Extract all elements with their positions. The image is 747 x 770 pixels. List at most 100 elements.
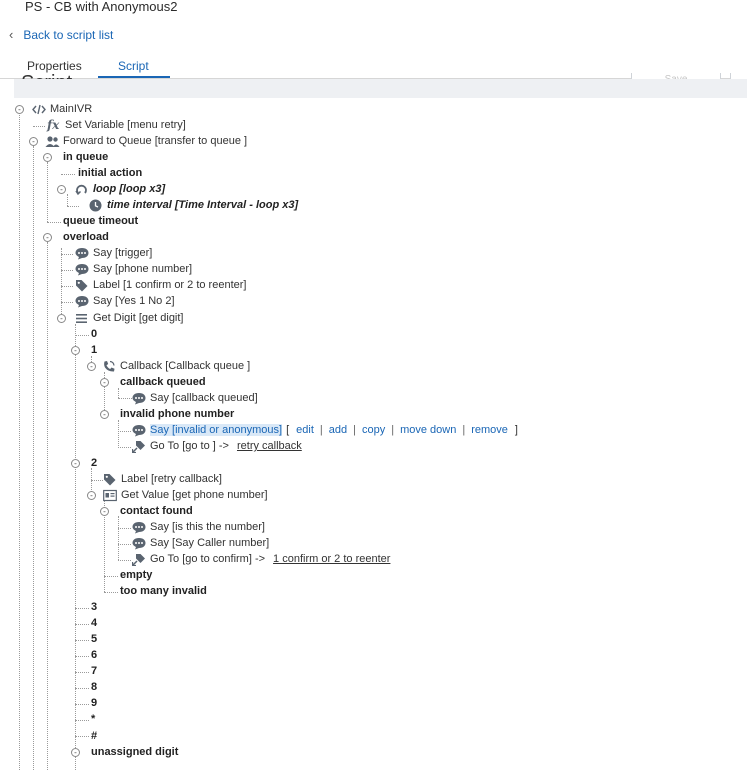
collapse-toggle[interactable]: - (43, 153, 52, 162)
tree-node-get-digit[interactable]: Get Digit [get digit] (75, 310, 184, 326)
node-label: Go To [go to ] -> (150, 440, 229, 452)
separator: | (462, 424, 466, 436)
speech-bubble-icon (132, 521, 146, 534)
tag-icon (103, 473, 116, 486)
tree-node-queue-timeout[interactable]: queue timeout (63, 213, 138, 229)
node-label: Go To [go to confirm] -> (150, 553, 266, 565)
collapse-toggle[interactable]: - (43, 233, 52, 242)
node-label: Set Variable [menu retry] (65, 119, 186, 131)
node-label: MainIVR (50, 103, 93, 115)
tree-node-label-confirm[interactable]: Label [1 confirm or 2 to reenter] (75, 277, 246, 293)
node-label: Say [Yes 1 No 2] (93, 295, 175, 307)
script-tree: - - - - - - - - - - - - - - MainIVR fx S… (0, 0, 747, 770)
node-label: Say [callback queued] (150, 392, 258, 404)
tree-node-goto-confirm[interactable]: Go To [go to confirm] -> 1 confirm or 2 … (131, 551, 390, 567)
goto-target-link[interactable]: 1 confirm or 2 to reenter (273, 553, 390, 565)
tree-node-say-is-this-number[interactable]: Say [is this the number] (132, 519, 265, 535)
actions-open-bracket: [ (286, 424, 290, 436)
copy-action-link[interactable]: copy (362, 424, 385, 436)
tree-node-contact-found[interactable]: contact found (120, 503, 193, 519)
tree-node-set-variable[interactable]: fx Set Variable [menu retry] (47, 117, 186, 133)
tree-node-digit-3[interactable]: 3 (91, 599, 97, 615)
collapse-toggle[interactable]: - (100, 507, 109, 516)
collapse-toggle[interactable]: - (15, 105, 24, 114)
collapse-toggle[interactable]: - (71, 346, 80, 355)
tree-node-digit-5[interactable]: 5 (91, 631, 97, 647)
tree-node-forward-to-queue[interactable]: Forward to Queue [transfer to queue ] (45, 133, 247, 149)
tree-node-digit-9[interactable]: 9 (91, 695, 97, 711)
tree-node-mainivr[interactable]: MainIVR (32, 101, 92, 117)
node-label: Say [is this the number] (150, 521, 265, 533)
node-label: Label [1 confirm or 2 to reenter] (93, 279, 247, 291)
tree-node-say-caller-number[interactable]: Say [Say Caller number] (132, 535, 269, 551)
tree-node-overload[interactable]: overload (63, 229, 109, 245)
collapse-toggle[interactable]: - (71, 748, 80, 757)
tree-node-time-interval[interactable]: time interval [Time Interval - loop x3] (89, 197, 298, 213)
move-down-action-link[interactable]: move down (400, 424, 456, 436)
tree-node-digit-7[interactable]: 7 (91, 663, 97, 679)
users-icon (45, 135, 60, 148)
node-label: Forward to Queue [transfer to queue ] (63, 135, 248, 147)
actions-close-bracket: ] (514, 424, 518, 436)
tree-node-digit-0[interactable]: 0 (91, 326, 97, 342)
separator: | (391, 424, 395, 436)
tag-icon (75, 279, 88, 292)
collapse-toggle[interactable]: - (57, 185, 66, 194)
clock-icon (89, 199, 102, 212)
tree-node-digit-2[interactable]: 2 (91, 455, 97, 471)
node-label: Say [phone number] (93, 263, 193, 275)
collapse-toggle[interactable]: - (87, 491, 96, 500)
node-label: Get Value [get phone number] (121, 489, 268, 501)
edit-action-link[interactable]: edit (296, 424, 314, 436)
collapse-toggle[interactable]: - (57, 314, 66, 323)
tree-node-initial-action[interactable]: initial action (78, 165, 142, 181)
tree-node-digit-6[interactable]: 6 (91, 647, 97, 663)
node-label: Say [trigger] (93, 247, 153, 259)
tree-node-say-trigger[interactable]: Say [trigger] (75, 245, 152, 261)
tree-node-say-invalid-selected[interactable]: Say [invalid or anonymous] [ edit | add … (132, 422, 518, 438)
tree-node-say-yes-no[interactable]: Say [Yes 1 No 2] (75, 293, 175, 309)
tree-node-digit-star[interactable]: * (91, 711, 95, 727)
speech-bubble-icon (75, 247, 89, 260)
tree-node-goto-retry[interactable]: Go To [go to ] -> retry callback (131, 438, 302, 454)
speech-bubble-icon (132, 424, 146, 437)
collapse-toggle[interactable]: - (29, 137, 38, 146)
selected-node-label[interactable]: Say [invalid or anonymous] (150, 424, 283, 436)
tree-node-too-many-invalid[interactable]: too many invalid (120, 583, 207, 599)
function-icon: fx (47, 117, 60, 132)
goto-tag-icon (131, 553, 145, 566)
tree-node-digit-1[interactable]: 1 (91, 342, 97, 358)
tree-node-digit-8[interactable]: 8 (91, 679, 97, 695)
loop-icon (75, 183, 88, 196)
node-label: Callback [Callback queue ] (120, 360, 251, 372)
code-icon (32, 103, 46, 116)
tree-node-digit-hash[interactable]: # (91, 728, 97, 744)
tree-node-get-value[interactable]: Get Value [get phone number] (103, 487, 268, 503)
tree-node-in-queue[interactable]: in queue (63, 149, 108, 165)
tree-node-unassigned-digit[interactable]: unassigned digit (91, 744, 178, 760)
tree-node-say-phone-number[interactable]: Say [phone number] (75, 261, 192, 277)
speech-bubble-icon (132, 537, 146, 550)
node-label: time interval [Time Interval - loop x3] (107, 199, 299, 211)
tree-node-digit-4[interactable]: 4 (91, 615, 97, 631)
node-label: Get Digit [get digit] (93, 312, 184, 324)
collapse-toggle[interactable]: - (87, 362, 96, 371)
tree-node-callback[interactable]: Callback [Callback queue ] (102, 358, 250, 374)
remove-action-link[interactable]: remove (471, 424, 508, 436)
collapse-toggle[interactable]: - (100, 410, 109, 419)
tree-node-empty[interactable]: empty (120, 567, 152, 583)
tree-node-callback-queued[interactable]: callback queued (120, 374, 206, 390)
list-icon (75, 312, 88, 325)
goto-target-link[interactable]: retry callback (237, 440, 302, 452)
tree-node-say-callback-queued[interactable]: Say [callback queued] (132, 390, 258, 406)
tree-node-invalid-phone-number[interactable]: invalid phone number (120, 406, 234, 422)
separator: | (319, 424, 323, 436)
add-action-link[interactable]: add (329, 424, 347, 436)
node-label: Label [retry callback] (121, 473, 222, 485)
tree-node-loop[interactable]: loop [loop x3] (75, 181, 165, 197)
collapse-toggle[interactable]: - (100, 378, 109, 387)
tree-node-label-retry[interactable]: Label [retry callback] (103, 471, 222, 487)
speech-bubble-icon (75, 295, 89, 308)
phone-icon (102, 360, 115, 373)
collapse-toggle[interactable]: - (71, 459, 80, 468)
